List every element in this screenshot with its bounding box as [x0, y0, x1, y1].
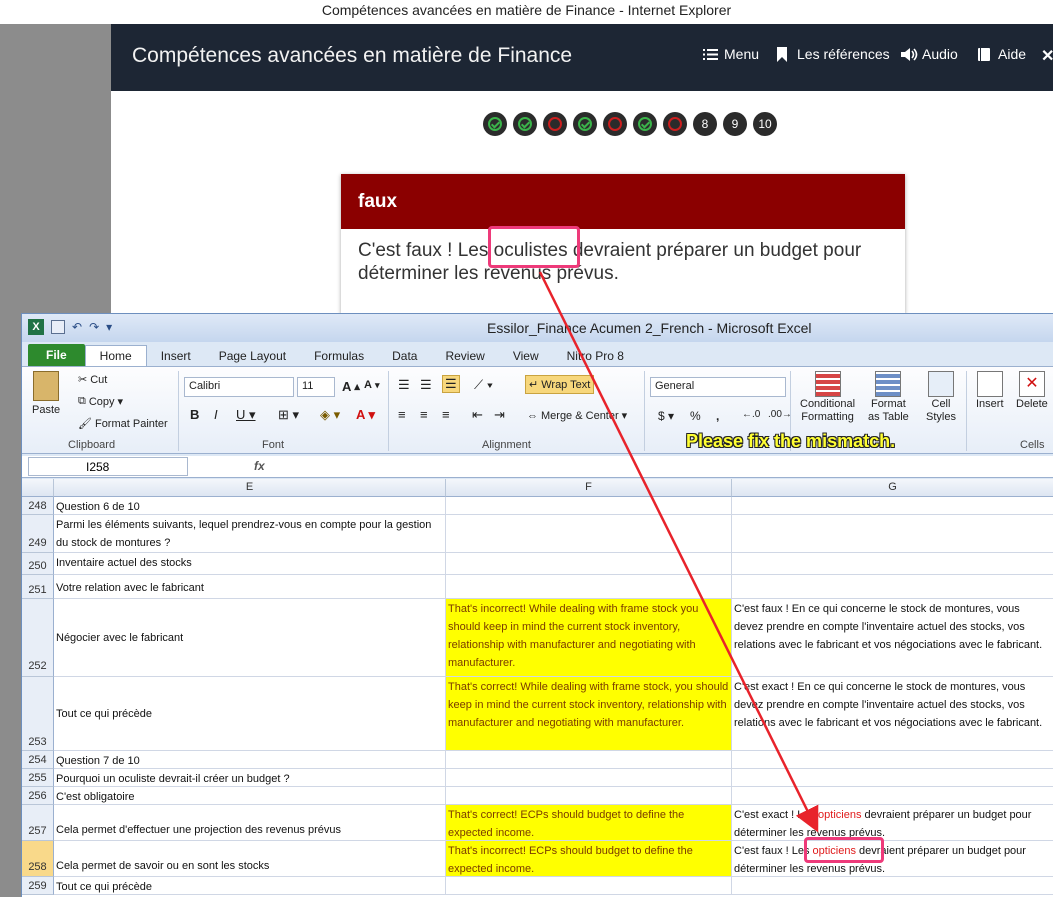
screen: Compétences avancées en matière de Finan… — [0, 0, 1053, 897]
annotation-arrow — [538, 271, 819, 833]
